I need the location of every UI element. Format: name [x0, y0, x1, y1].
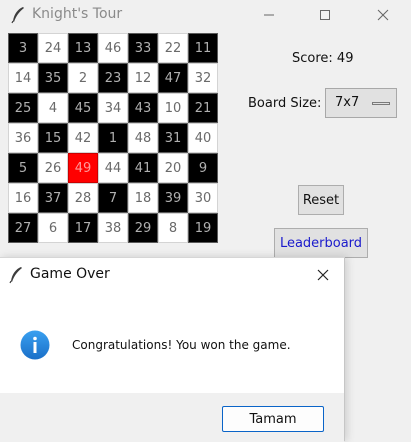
board-cell[interactable]: 4: [38, 93, 68, 123]
dialog-close-button[interactable]: [308, 262, 338, 288]
board-cell[interactable]: 1: [98, 123, 128, 153]
ok-button[interactable]: Tamam: [222, 406, 324, 432]
board-cell[interactable]: 45: [68, 93, 98, 123]
board-cell[interactable]: 47: [158, 63, 188, 93]
board-cell[interactable]: 7: [98, 183, 128, 213]
board-cell[interactable]: 40: [188, 123, 218, 153]
board-cell[interactable]: 49: [68, 153, 98, 183]
board-cell[interactable]: 36: [8, 123, 38, 153]
board-cell[interactable]: 15: [38, 123, 68, 153]
board-cell[interactable]: 31: [158, 123, 188, 153]
board-cell[interactable]: 14: [8, 63, 38, 93]
board-cell[interactable]: 29: [128, 213, 158, 243]
reset-button[interactable]: Reset: [298, 185, 344, 215]
option-menu-indicator-icon: [372, 102, 390, 105]
minimize-button[interactable]: [246, 0, 292, 30]
board-cell[interactable]: 32: [188, 63, 218, 93]
board-cell[interactable]: 43: [128, 93, 158, 123]
chess-board: 3 24 13 46 33 22 11 14 35 2 23 12 47 32 25 4 45 34 43 10 21 3…: [8, 33, 218, 258]
board-cell[interactable]: 42: [68, 123, 98, 153]
board-cell[interactable]: 18: [128, 183, 158, 213]
board-cell[interactable]: 46: [98, 33, 128, 63]
board-cell[interactable]: 10: [158, 93, 188, 123]
board-cell[interactable]: 2: [68, 63, 98, 93]
board-cell[interactable]: 20: [158, 153, 188, 183]
window-title: Knight's Tour: [32, 6, 123, 22]
maximize-button[interactable]: [302, 0, 348, 30]
board-cell[interactable]: 13: [68, 33, 98, 63]
board-cell[interactable]: 39: [158, 183, 188, 213]
board-cell[interactable]: 9: [188, 153, 218, 183]
board-cell[interactable]: 25: [8, 93, 38, 123]
board-cell[interactable]: 16: [8, 183, 38, 213]
board-cell[interactable]: 19: [188, 213, 218, 243]
main-titlebar[interactable]: Knight's Tour: [0, 0, 411, 30]
board-cell[interactable]: 22: [158, 33, 188, 63]
board-size-value: 7x7: [335, 95, 360, 110]
board-cell[interactable]: 38: [98, 213, 128, 243]
board-cell[interactable]: 5: [8, 153, 38, 183]
board-cell[interactable]: 12: [128, 63, 158, 93]
board-cell[interactable]: 3: [8, 33, 38, 63]
board-cell[interactable]: 27: [8, 213, 38, 243]
info-icon: [20, 330, 50, 360]
board-cell[interactable]: 23: [98, 63, 128, 93]
board-cell[interactable]: 26: [38, 153, 68, 183]
board-cell[interactable]: 30: [188, 183, 218, 213]
main-window: Knight's Tour 3 24 13 46 33 22 11 14 35 2 23 12 47 32…: [0, 0, 411, 262]
dialog-title: Game Over: [30, 266, 110, 282]
board-cell[interactable]: 48: [128, 123, 158, 153]
board-cell[interactable]: 11: [188, 33, 218, 63]
board-cell[interactable]: 33: [128, 33, 158, 63]
board-cell[interactable]: 8: [158, 213, 188, 243]
board-size-select[interactable]: 7x7: [325, 88, 397, 118]
dialog-message: Congratulations! You won the game.: [72, 338, 291, 352]
board-cell[interactable]: 44: [98, 153, 128, 183]
close-button[interactable]: [360, 0, 406, 30]
board-cell[interactable]: 41: [128, 153, 158, 183]
game-over-dialog: Game Over Congratulations! You won the g…: [0, 257, 345, 442]
board-cell[interactable]: 28: [68, 183, 98, 213]
close-icon: [377, 9, 389, 21]
feather-icon: [11, 7, 24, 24]
minimize-icon: [264, 14, 274, 16]
feather-icon: [9, 267, 22, 284]
board-cell[interactable]: 35: [38, 63, 68, 93]
board-cell[interactable]: 37: [38, 183, 68, 213]
board-cell[interactable]: 6: [38, 213, 68, 243]
board-cell[interactable]: 21: [188, 93, 218, 123]
score-label: Score: 49: [292, 51, 354, 66]
leaderboard-button[interactable]: Leaderboard: [274, 228, 368, 258]
close-icon: [317, 269, 329, 281]
maximize-icon: [320, 10, 330, 20]
board-size-label: Board Size:: [248, 96, 322, 111]
board-cell[interactable]: 17: [68, 213, 98, 243]
board-cell[interactable]: 24: [38, 33, 68, 63]
board-cell[interactable]: 34: [98, 93, 128, 123]
